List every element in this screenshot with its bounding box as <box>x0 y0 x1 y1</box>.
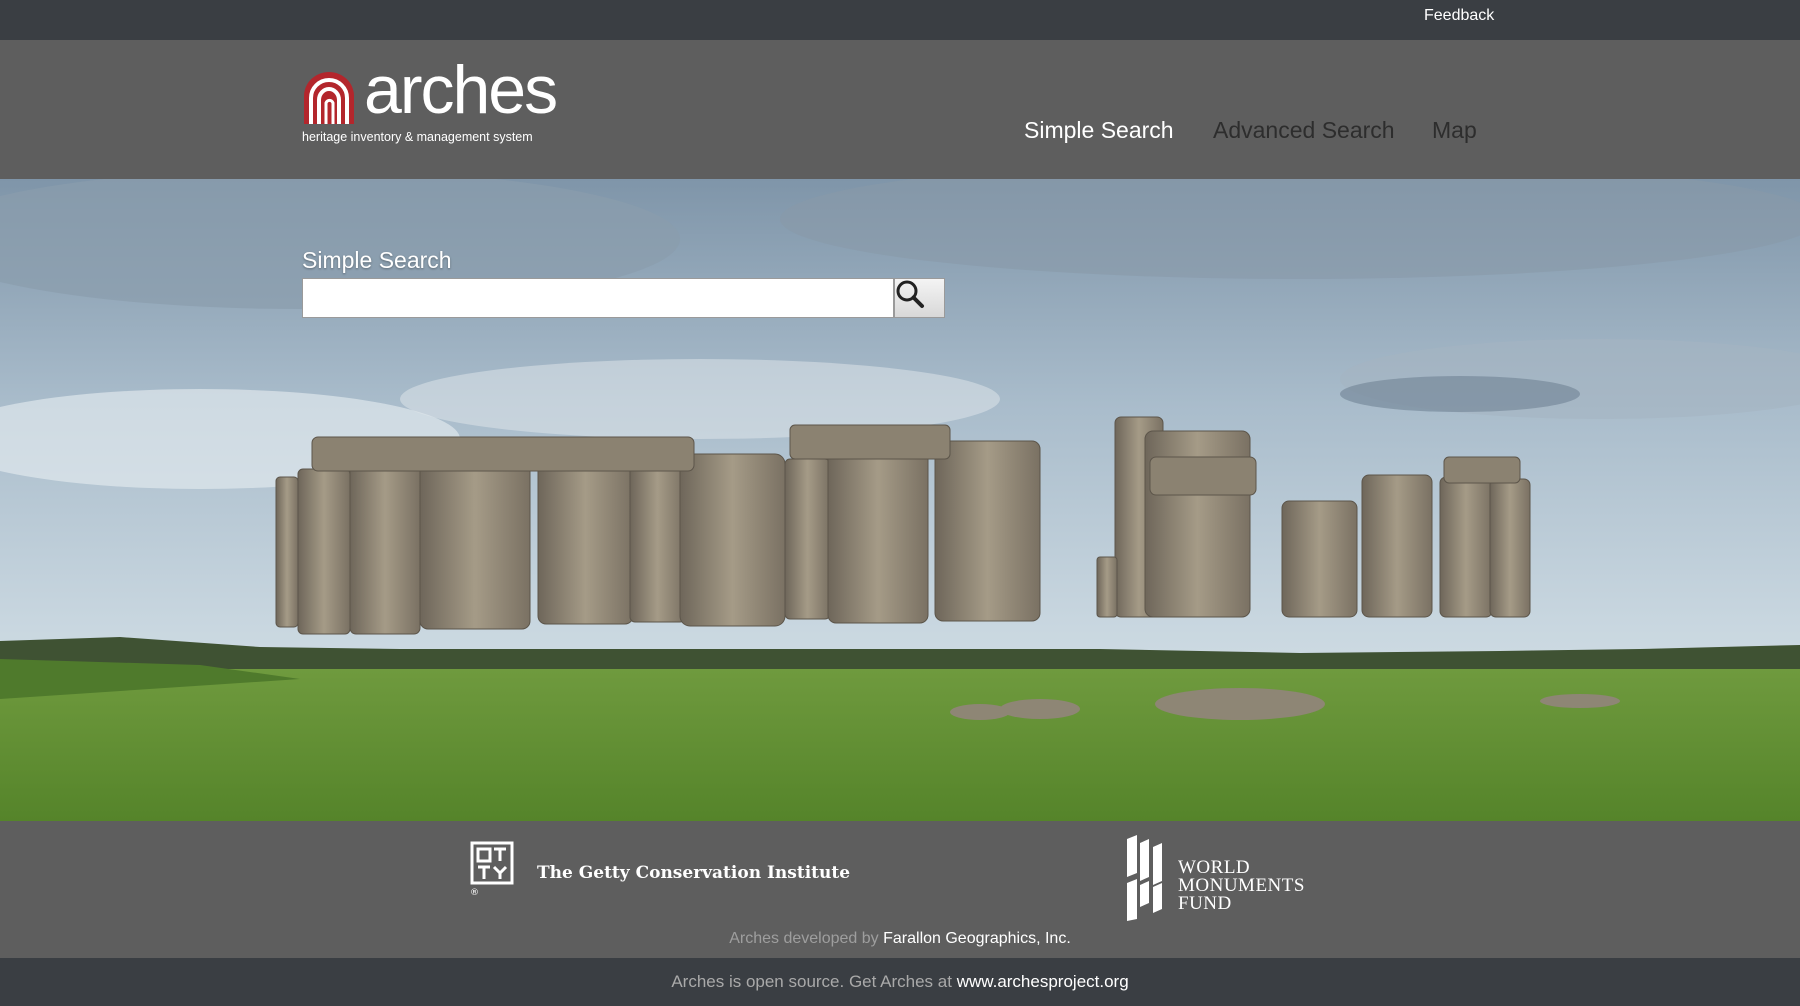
svg-text:®: ® <box>470 888 479 897</box>
open-source-text: Arches is open source. Get Arches at <box>671 972 952 991</box>
logo-tagline: heritage inventory & management system <box>302 130 533 144</box>
site-header: arches heritage inventory & management s… <box>0 40 1800 179</box>
stonehenge-background-image <box>0 179 1800 821</box>
nav-advanced-search[interactable]: Advanced Search <box>1213 117 1395 144</box>
getty-mark-icon: ® <box>470 841 514 897</box>
wmf-line-3: FUND <box>1178 893 1232 914</box>
nav-simple-search[interactable]: Simple Search <box>1024 117 1174 144</box>
search-panel-title: Simple Search <box>302 247 452 273</box>
magnifier-icon <box>896 280 924 308</box>
wmf-mark-icon <box>1127 835 1162 921</box>
developer-credit: Arches developed by Farallon Geographics… <box>0 930 1800 948</box>
wmf-logo[interactable]: WORLD MONUMENTS FUND <box>1125 833 1325 923</box>
feedback-link[interactable]: Feedback <box>1424 7 1494 25</box>
farallon-link[interactable]: Farallon Geographics, Inc. <box>883 930 1071 947</box>
arches-logo[interactable]: arches heritage inventory & management s… <box>302 56 562 150</box>
credit-prefix: Arches developed by <box>729 930 879 947</box>
getty-name: The Getty Conservation Institute <box>537 863 851 883</box>
search-button[interactable] <box>894 278 945 318</box>
search-input[interactable] <box>302 278 894 318</box>
top-bar: Feedback <box>0 0 1800 40</box>
hero-banner: Simple Search <box>0 179 1800 821</box>
arches-logo-icon <box>304 72 354 124</box>
bottom-bar: Arches is open source. Get Arches at www… <box>0 958 1800 1006</box>
open-source-note: Arches is open source. Get Arches at www… <box>671 972 1128 992</box>
logo-wordmark: arches <box>364 52 558 128</box>
archesproject-link[interactable]: www.archesproject.org <box>957 972 1129 991</box>
nav-map[interactable]: Map <box>1432 117 1477 144</box>
getty-logo[interactable]: ® The Getty Conservation Institute <box>470 841 850 901</box>
site-footer: ® The Getty Conservation Institute WORLD… <box>0 821 1800 958</box>
